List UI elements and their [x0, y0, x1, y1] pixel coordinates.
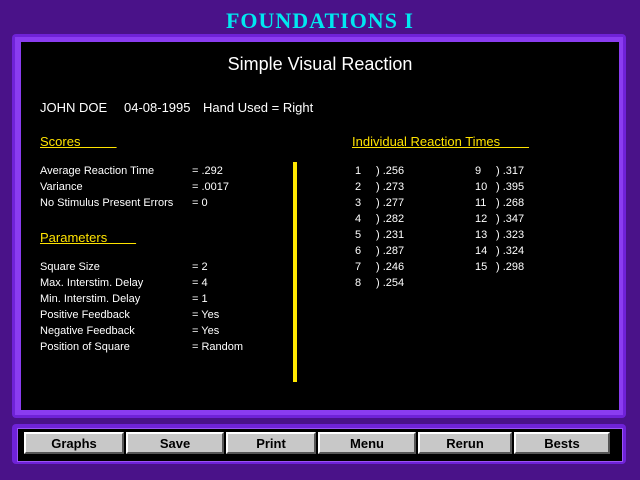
- trial-time: ) .287: [376, 245, 405, 257]
- parameter-value: = Random: [192, 341, 244, 353]
- score-label: Variance: [40, 181, 83, 193]
- parameter-label: Position of Square: [40, 341, 130, 353]
- trial-number: 10: [475, 181, 488, 193]
- score-label: Average Reaction Time: [40, 165, 155, 177]
- parameters-section-title: Parameters: [40, 230, 137, 245]
- bests-button[interactable]: Bests: [514, 432, 610, 454]
- score-label: No Stimulus Present Errors: [40, 197, 174, 209]
- trial-time: ) .298: [496, 261, 525, 273]
- parameter-label: Max. Interstim. Delay: [40, 277, 144, 289]
- reaction-times-section-title: Individual Reaction Times: [352, 134, 530, 149]
- report-panel: Simple Visual Reaction JOHN DOE 04-08-19…: [21, 42, 619, 410]
- trial-time: ) .256: [376, 165, 405, 177]
- trial-number: 8: [355, 277, 362, 289]
- menu-button[interactable]: Menu: [318, 432, 416, 454]
- hand-used: Hand Used = Right: [203, 100, 314, 115]
- trial-number: 12: [475, 213, 488, 225]
- trial-number: 1: [355, 165, 362, 177]
- trial-time: ) .317: [496, 165, 525, 177]
- trial-number: 9: [475, 165, 482, 177]
- score-value: = 0: [192, 197, 208, 209]
- trial-time: ) .246: [376, 261, 405, 273]
- parameter-label: Positive Feedback: [40, 309, 130, 321]
- trial-time: ) .231: [376, 229, 405, 241]
- trial-number: 6: [355, 245, 362, 257]
- trial-time: ) .273: [376, 181, 405, 193]
- parameter-label: Negative Feedback: [40, 325, 135, 337]
- parameter-value: = 2: [192, 261, 208, 273]
- parameter-value: = Yes: [192, 325, 220, 337]
- save-button[interactable]: Save: [126, 432, 224, 454]
- trial-time: ) .282: [376, 213, 405, 225]
- trial-number: 11: [475, 197, 487, 209]
- parameter-value: = 1: [192, 293, 208, 305]
- trial-time: ) .254: [376, 277, 405, 289]
- subject-name: JOHN DOE: [40, 100, 108, 115]
- trial-time: ) .347: [496, 213, 525, 225]
- trial-time: ) .323: [496, 229, 525, 241]
- parameter-label: Square Size: [40, 261, 100, 273]
- trial-number: 2: [355, 181, 362, 193]
- report-date: 04-08-1995: [124, 100, 191, 115]
- scores-section-title: Scores: [40, 134, 117, 149]
- parameter-label: Min. Interstim. Delay: [40, 293, 141, 305]
- trial-number: 14: [475, 245, 488, 257]
- yellow-divider: [293, 162, 297, 382]
- parameter-value: = Yes: [192, 309, 220, 321]
- report-heading: Simple Visual Reaction: [227, 54, 413, 74]
- trial-time: ) .277: [376, 197, 405, 209]
- trial-number: 4: [355, 213, 362, 225]
- trial-number: 3: [355, 197, 362, 209]
- trial-number: 7: [355, 261, 362, 273]
- trial-time: ) .324: [496, 245, 525, 257]
- score-value: = .292: [192, 165, 223, 177]
- graphs-button[interactable]: Graphs: [24, 432, 124, 454]
- parameter-value: = 4: [192, 277, 208, 289]
- trial-number: 5: [355, 229, 362, 241]
- score-value: = .0017: [192, 181, 230, 193]
- trial-number: 15: [475, 261, 488, 273]
- app-title: FOUNDATIONS I: [225, 8, 414, 33]
- print-button[interactable]: Print: [226, 432, 316, 454]
- rerun-button[interactable]: Rerun: [418, 432, 512, 454]
- trial-time: ) .268: [496, 197, 525, 209]
- trial-time: ) .395: [496, 181, 525, 193]
- trial-number: 13: [475, 229, 488, 241]
